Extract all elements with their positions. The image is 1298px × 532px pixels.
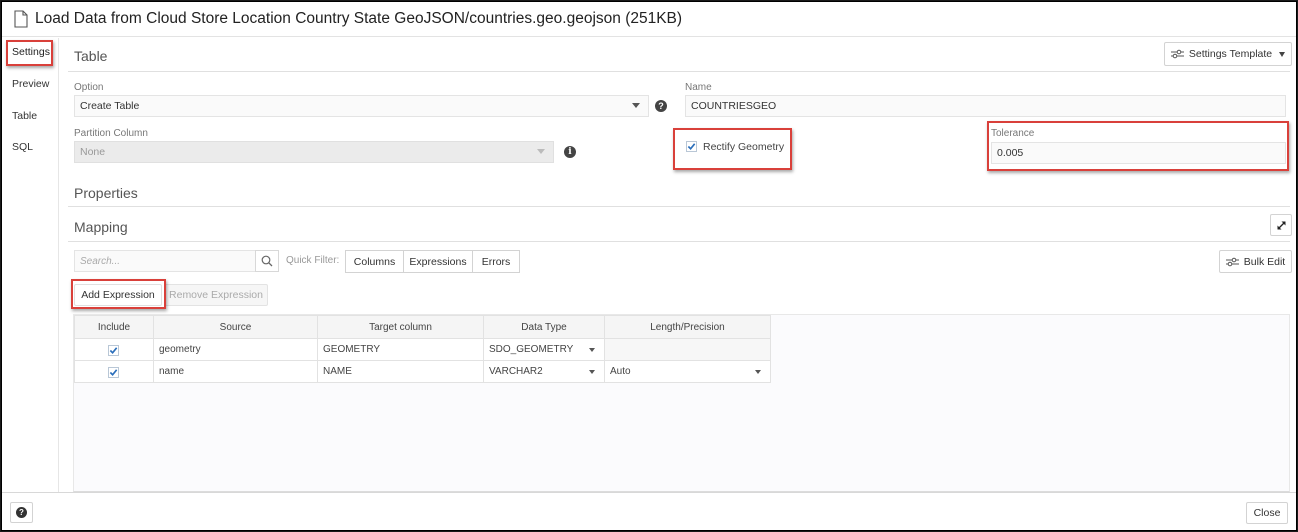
sliders-icon bbox=[1170, 49, 1184, 59]
checkmark-icon bbox=[687, 143, 696, 150]
help-button[interactable]: ? bbox=[10, 502, 33, 523]
include-checkbox[interactable] bbox=[108, 367, 119, 378]
table-row: geometry GEOMETRY SDO_GEOMETRY bbox=[74, 338, 771, 361]
remove-expression-button: Remove Expression bbox=[164, 284, 268, 306]
properties-section-title[interactable]: Properties bbox=[74, 185, 138, 201]
length-value: Auto bbox=[610, 366, 631, 377]
nav-preview[interactable]: Preview bbox=[12, 78, 49, 90]
nav-sql[interactable]: SQL bbox=[12, 141, 33, 153]
filter-columns-label: Columns bbox=[353, 255, 396, 268]
include-cell bbox=[74, 338, 154, 361]
help-icon[interactable]: ? bbox=[655, 100, 667, 112]
bulk-edit-button[interactable]: Bulk Edit bbox=[1219, 250, 1292, 273]
chevron-down-icon bbox=[537, 149, 545, 154]
data-type-cell[interactable]: VARCHAR2 bbox=[483, 360, 605, 383]
properties-section-divider bbox=[68, 206, 1290, 207]
partition-column-label: Partition Column bbox=[74, 128, 148, 139]
settings-template-button[interactable]: Settings Template bbox=[1164, 42, 1292, 66]
quick-filter-label: Quick Filter: bbox=[286, 255, 340, 266]
nav-table[interactable]: Table bbox=[12, 110, 37, 122]
option-label: Option bbox=[74, 82, 104, 93]
name-input[interactable]: COUNTRIESGEO bbox=[685, 95, 1286, 117]
mapping-section-divider bbox=[68, 241, 1290, 242]
table-section-title: Table bbox=[74, 48, 108, 64]
remove-expression-label: Remove Expression bbox=[169, 289, 263, 301]
rectify-geometry-label[interactable]: Rectify Geometry bbox=[703, 141, 784, 153]
column-header-target[interactable]: Target column bbox=[317, 315, 484, 339]
table-row: name NAME VARCHAR2 Auto bbox=[74, 360, 771, 383]
chevron-down-icon bbox=[755, 370, 761, 374]
mapping-grid: Include Source Target column Data Type L… bbox=[73, 314, 1290, 492]
option-value: Create Table bbox=[80, 100, 140, 112]
name-label: Name bbox=[685, 82, 712, 93]
dialog-footer: ? Close bbox=[2, 492, 1296, 530]
chevron-down-icon bbox=[1279, 51, 1286, 57]
target-cell[interactable]: NAME bbox=[317, 360, 484, 383]
expand-button[interactable] bbox=[1270, 214, 1292, 236]
filter-columns-button[interactable]: Columns bbox=[345, 250, 404, 273]
chevron-down-icon bbox=[589, 370, 595, 374]
mapping-table: Include Source Target column Data Type L… bbox=[74, 315, 771, 383]
tolerance-label: Tolerance bbox=[991, 128, 1035, 139]
load-data-dialog: Load Data from Cloud Store Location Coun… bbox=[1, 1, 1297, 531]
dialog-titlebar: Load Data from Cloud Store Location Coun… bbox=[2, 2, 1296, 37]
target-cell[interactable]: GEOMETRY bbox=[317, 338, 484, 361]
filter-errors-button[interactable]: Errors bbox=[472, 250, 520, 273]
search-icon bbox=[261, 255, 273, 267]
length-cell bbox=[604, 338, 771, 361]
close-button[interactable]: Close bbox=[1246, 502, 1288, 524]
source-cell: geometry bbox=[153, 338, 318, 361]
filter-expressions-label: Expressions bbox=[409, 255, 467, 268]
bulk-edit-label: Bulk Edit bbox=[1243, 255, 1286, 268]
table-section-divider bbox=[68, 71, 1290, 72]
mapping-section-title: Mapping bbox=[74, 219, 128, 235]
mapping-search-input[interactable]: Search... bbox=[74, 250, 279, 272]
add-expression-button[interactable]: Add Expression bbox=[74, 284, 162, 306]
name-value: COUNTRIESGEO bbox=[691, 100, 777, 112]
column-header-source[interactable]: Source bbox=[153, 315, 318, 339]
side-navigation: Settings Preview Table SQL bbox=[2, 38, 59, 492]
expand-icon bbox=[1277, 221, 1285, 229]
chevron-down-icon bbox=[632, 103, 640, 108]
checkmark-icon bbox=[109, 369, 118, 376]
tolerance-value: 0.005 bbox=[997, 147, 1024, 159]
checkmark-icon bbox=[109, 347, 118, 354]
dialog-title: Load Data from Cloud Store Location Coun… bbox=[35, 10, 683, 27]
add-expression-label: Add Expression bbox=[81, 289, 155, 301]
filter-expressions-button[interactable]: Expressions bbox=[403, 250, 473, 273]
option-select[interactable]: Create Table bbox=[74, 95, 649, 117]
help-icon: ? bbox=[16, 507, 27, 518]
tolerance-input[interactable]: 0.005 bbox=[991, 142, 1286, 164]
document-icon bbox=[14, 10, 28, 28]
settings-template-label: Settings Template bbox=[1188, 48, 1273, 60]
include-cell bbox=[74, 360, 154, 383]
search-button[interactable] bbox=[255, 250, 279, 272]
partition-column-select: None bbox=[74, 141, 554, 163]
partition-column-value: None bbox=[80, 146, 106, 158]
search-placeholder: Search... bbox=[80, 255, 121, 267]
data-type-cell[interactable]: SDO_GEOMETRY bbox=[483, 338, 605, 361]
column-header-include[interactable]: Include bbox=[74, 315, 154, 339]
source-cell: name bbox=[153, 360, 318, 383]
sliders-icon bbox=[1225, 257, 1239, 266]
column-header-length[interactable]: Length/Precision bbox=[604, 315, 771, 339]
info-icon[interactable]: i bbox=[564, 146, 576, 158]
rectify-geometry-checkbox[interactable] bbox=[686, 141, 697, 152]
chevron-down-icon bbox=[589, 348, 595, 352]
main-panel: Table Settings Template Option Create Ta… bbox=[60, 38, 1296, 492]
length-cell[interactable]: Auto bbox=[604, 360, 771, 383]
data-type-value: SDO_GEOMETRY bbox=[489, 344, 574, 355]
close-label: Close bbox=[1253, 507, 1281, 519]
table-header-row: Include Source Target column Data Type L… bbox=[74, 315, 771, 339]
data-type-value: VARCHAR2 bbox=[489, 366, 543, 377]
filter-errors-label: Errors bbox=[481, 255, 511, 268]
include-checkbox[interactable] bbox=[108, 345, 119, 356]
nav-settings[interactable]: Settings bbox=[12, 46, 50, 58]
column-header-data-type[interactable]: Data Type bbox=[483, 315, 605, 339]
